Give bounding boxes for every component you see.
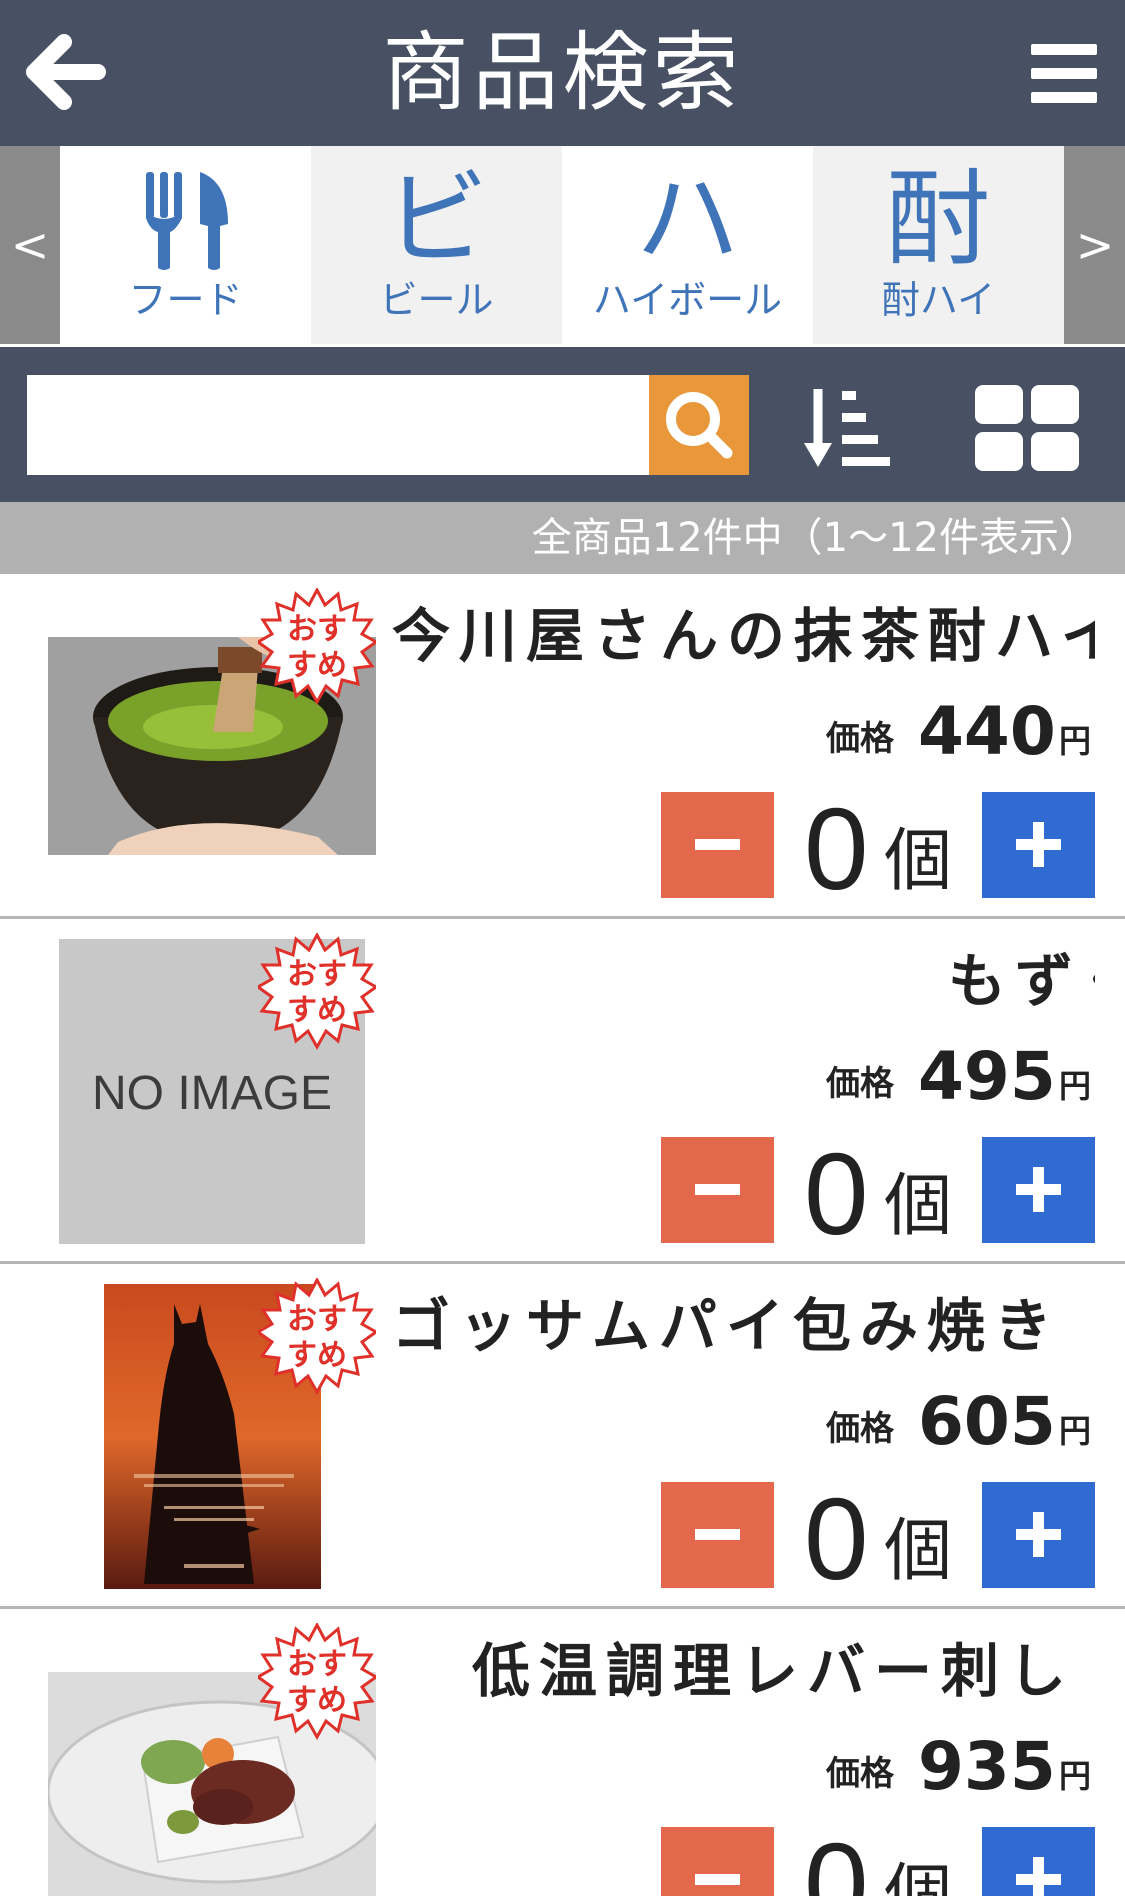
price-label: 価格 xyxy=(826,1409,894,1449)
product-name[interactable]: もずく xyxy=(948,939,1095,1023)
tab-chuhai[interactable]: 酎 酎ハイ xyxy=(813,146,1064,344)
search-icon xyxy=(666,392,733,459)
product-item: おす すめ 今川屋さんの抹茶酎ハイ 価格 440 円 0 個 xyxy=(0,574,1125,919)
tab-food[interactable]: フード xyxy=(60,146,311,344)
no-image-text: NO IMAGE xyxy=(91,1067,333,1120)
page-title: 商品検索 xyxy=(382,23,743,123)
search-button[interactable] xyxy=(649,375,749,475)
result-count: 全商品12件中（1〜12件表示） xyxy=(531,515,1099,561)
quantity-value: 0 xyxy=(804,1819,869,1896)
category-tabs: < フード ビ ビール ハ ハイボール 酎 酎ハイ > xyxy=(0,146,1125,344)
sort-button[interactable] xyxy=(804,385,896,471)
price-unit: 円 xyxy=(1059,1412,1092,1450)
category-next-button[interactable]: > xyxy=(1065,146,1125,344)
app-header: 商品検索 xyxy=(0,0,1125,146)
minus-icon xyxy=(695,1874,740,1885)
product-name[interactable]: 今川屋さんの抹茶酎ハイ xyxy=(392,594,1095,678)
price-label: 価格 xyxy=(826,1064,894,1104)
tab-chuhai-label: 酎ハイ xyxy=(881,278,996,322)
recommend-badge: おす すめ xyxy=(258,933,376,1051)
recommend-badge-text: おす すめ xyxy=(287,1302,347,1373)
result-count-bar: 全商品12件中（1〜12件表示） xyxy=(0,502,1125,574)
price-value: 935 xyxy=(918,1728,1056,1805)
price-value: 495 xyxy=(918,1038,1056,1115)
increase-quantity-button[interactable] xyxy=(982,1482,1095,1588)
tab-food-label: フード xyxy=(128,278,243,322)
sort-icon xyxy=(804,389,890,467)
grid-view-icon xyxy=(975,385,1079,471)
price-label: 価格 xyxy=(826,719,894,759)
product-name[interactable]: 低温調理レバー刺し xyxy=(472,1629,1095,1713)
price-unit: 円 xyxy=(1059,1067,1092,1105)
price-unit: 円 xyxy=(1059,722,1092,760)
minus-icon xyxy=(695,839,740,850)
search-input[interactable] xyxy=(27,375,649,475)
tab-chuhai-glyph: 酎 xyxy=(886,158,991,280)
minus-icon xyxy=(695,1184,740,1195)
search-bar xyxy=(0,347,1125,502)
decrease-quantity-button[interactable] xyxy=(661,792,774,898)
decrease-quantity-button[interactable] xyxy=(661,1482,774,1588)
recommend-badge-text: おす すめ xyxy=(287,612,347,683)
recommend-badge: おす すめ xyxy=(258,1623,376,1741)
increase-quantity-button[interactable] xyxy=(982,1827,1095,1896)
hamburger-menu-icon[interactable] xyxy=(1031,44,1097,104)
product-item: NO IMAGE おすすめ もずく 価格 495 円 0 個 xyxy=(0,919,1125,1264)
tab-highball-glyph: ハ xyxy=(635,158,740,280)
recommend-badge: おす すめ xyxy=(258,588,376,706)
tab-highball[interactable]: ハ ハイボール xyxy=(562,146,813,344)
recommend-badge: おす すめ xyxy=(258,1278,376,1396)
quantity-value: 0 xyxy=(804,784,869,914)
price-label: 価格 xyxy=(826,1754,894,1794)
increase-quantity-button[interactable] xyxy=(982,792,1095,898)
product-item: おすすめ 低温調理レバー刺し 価格 935 円 0 個 xyxy=(0,1609,1125,1896)
recommend-badge-text: おす すめ xyxy=(287,1647,347,1718)
quantity-unit: 個 xyxy=(884,1857,952,1896)
quantity-value: 0 xyxy=(804,1474,869,1604)
product-name[interactable]: ゴッサムパイ包み焼き xyxy=(392,1284,1095,1368)
price-value: 605 xyxy=(918,1383,1056,1460)
quantity-unit: 個 xyxy=(884,1167,953,1246)
tab-beer-glyph: ビ xyxy=(384,158,489,280)
grid-view-button[interactable] xyxy=(975,385,1079,471)
tab-highball-label: ハイボール xyxy=(592,278,783,322)
tab-beer[interactable]: ビ ビール xyxy=(311,146,562,344)
quantity-unit: 個 xyxy=(884,822,953,901)
quantity-value: 0 xyxy=(804,1129,869,1259)
decrease-quantity-button[interactable] xyxy=(661,1137,774,1243)
quantity-unit: 個 xyxy=(884,1512,953,1591)
recommend-badge-text: おす すめ xyxy=(287,957,347,1028)
minus-icon xyxy=(695,1529,740,1540)
price-unit: 円 xyxy=(1059,1757,1092,1795)
tab-beer-label: ビール xyxy=(379,278,494,322)
price-value: 440 xyxy=(918,693,1056,770)
increase-quantity-button[interactable] xyxy=(982,1137,1095,1243)
decrease-quantity-button[interactable] xyxy=(661,1827,774,1896)
category-prev-button[interactable]: < xyxy=(0,146,60,344)
fork-knife-icon xyxy=(60,164,311,274)
product-item: おす すめ ゴッサムパイ包み焼き 価格 605 円 0 個 xyxy=(0,1264,1125,1609)
